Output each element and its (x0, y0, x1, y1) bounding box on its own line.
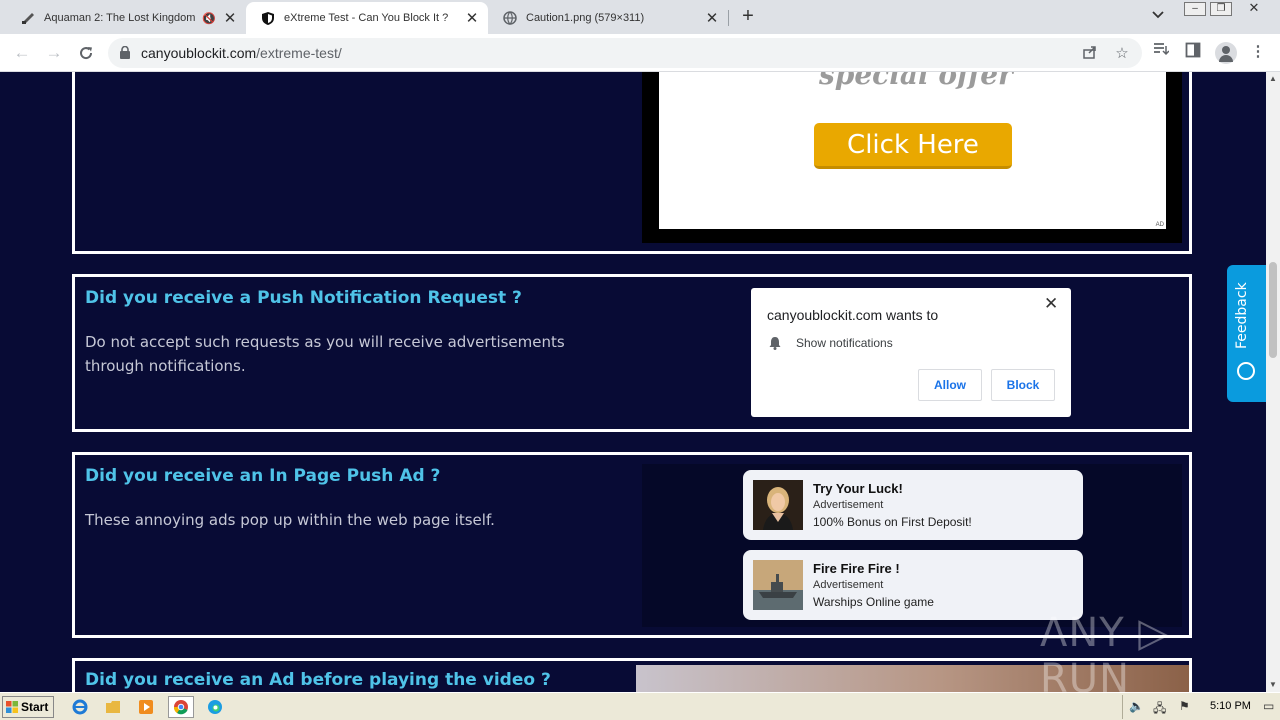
system-tray: 🔈 🖧 ⚑ 5:10 PM ▭ (1122, 695, 1280, 719)
internet-explorer-icon[interactable] (70, 697, 90, 717)
prompt-site-text: canyoublockit.com wants to (767, 307, 939, 323)
windows-taskbar: Start 🔈 🖧 ⚑ 5:10 PM ▭ (0, 692, 1280, 720)
system-clock[interactable]: 5:10 PM (1210, 700, 1251, 712)
push-ad-text: Warships Online game (813, 595, 934, 609)
ad-tag: AD (1155, 222, 1164, 228)
card-heading: Did you receive a Push Notification Requ… (85, 288, 522, 308)
show-desktop-icon[interactable]: ▭ (1263, 699, 1274, 713)
file-explorer-icon[interactable] (103, 697, 123, 717)
close-icon[interactable]: ✕ (1044, 294, 1058, 314)
lock-icon[interactable] (120, 46, 130, 59)
notification-permission-prompt: canyoublockit.com wants to ✕ Show notifi… (751, 288, 1071, 417)
url-domain: canyoublockit.com (141, 45, 257, 61)
start-button[interactable]: Start (2, 696, 54, 718)
shield-icon (260, 10, 276, 26)
scrollbar-thumb[interactable] (1269, 262, 1277, 358)
globe-icon (502, 10, 518, 26)
close-tab-icon[interactable]: ✕ (704, 9, 720, 27)
menu-kebab-icon[interactable]: ⋮ (1248, 42, 1268, 62)
network-icon[interactable]: 🖧 (1153, 699, 1166, 720)
push-ad-title: Fire Fire Fire ! (813, 561, 900, 576)
url-text: canyoublockit.com/extreme-test/ (141, 45, 342, 61)
tab-extreme-test[interactable]: eXtreme Test - Can You Block It ? ✕ (246, 2, 488, 34)
speaker-mute-icon[interactable]: 🔇 (202, 12, 216, 25)
media-player-icon[interactable] (136, 697, 156, 717)
push-notification-card: Did you receive a Push Notification Requ… (72, 274, 1192, 432)
close-tab-icon[interactable]: ✕ (222, 9, 238, 27)
volume-icon[interactable]: 🔈 (1129, 699, 1144, 713)
profile-avatar-icon[interactable] (1215, 42, 1237, 64)
push-ad-item[interactable]: Try Your Luck! Advertisement 100% Bonus … (743, 470, 1083, 540)
browser-toolbar: ← → canyoublockit.com/extreme-test/ ☆ ⋮ (0, 34, 1280, 72)
close-tab-icon[interactable]: ✕ (464, 9, 480, 27)
page-viewport: special offer Click Here AD Did you rece… (0, 72, 1266, 692)
reading-list-icon[interactable] (1151, 42, 1171, 62)
push-ad-title: Try Your Luck! (813, 481, 903, 496)
anyrun-watermark: ANY ▷ RUN (1040, 610, 1171, 692)
chat-bubble-icon (1237, 362, 1255, 380)
card-heading: Did you receive an In Page Push Ad ? (85, 466, 441, 486)
address-bar[interactable]: canyoublockit.com/extreme-test/ ☆ (108, 38, 1142, 68)
bell-icon (769, 337, 781, 350)
close-window-button[interactable]: ✕ (1244, 1, 1264, 16)
allow-button[interactable]: Allow (918, 369, 982, 401)
feedback-label: Feedback (1234, 282, 1250, 349)
share-icon[interactable] (1080, 44, 1100, 64)
in-page-push-card: Did you receive an In Page Push Ad ? The… (72, 452, 1192, 638)
feedback-tab[interactable]: Feedback (1227, 265, 1266, 402)
restore-window-button[interactable]: ❐ (1210, 2, 1232, 16)
push-ad-label: Advertisement (813, 579, 884, 591)
click-here-button[interactable]: Click Here (814, 123, 1012, 169)
tab-title: Caution1.png (579×311) (526, 12, 645, 24)
url-path: /extreme-test/ (256, 45, 342, 61)
card-description: These annoying ads pop up within the web… (85, 511, 495, 529)
page-scrollbar[interactable]: ▲ ▼ (1266, 72, 1280, 692)
minimize-window-button[interactable]: – (1184, 2, 1206, 16)
start-label: Start (21, 700, 49, 714)
new-tab-button[interactable]: + (737, 6, 759, 28)
tab-title: Aquaman 2: The Lost Kingdom S (44, 12, 199, 24)
scroll-down-arrow-icon[interactable]: ▼ (1266, 678, 1280, 692)
tab-search-chevron-icon[interactable] (1152, 8, 1164, 22)
tab-caution-image[interactable]: Caution1.png (579×311) ✕ (488, 2, 728, 34)
windows-logo-icon (6, 701, 18, 713)
in-page-push-area: Try Your Luck! Advertisement 100% Bonus … (642, 464, 1182, 627)
film-icon (20, 10, 36, 26)
push-ad-text: 100% Bonus on First Deposit! (813, 515, 972, 529)
tab-separator (728, 10, 729, 26)
ad-thumbnail-warship (753, 560, 803, 610)
card-heading: Did you receive an Ad before playing the… (85, 670, 551, 690)
bookmark-star-icon[interactable]: ☆ (1112, 44, 1132, 64)
forward-arrow-icon[interactable]: → (42, 42, 66, 64)
back-arrow-icon[interactable]: ← (10, 42, 34, 64)
display-ad[interactable]: special offer Click Here AD (642, 72, 1182, 243)
permission-text: Show notifications (796, 336, 893, 350)
ad-card-popup: special offer Click Here AD (72, 72, 1192, 254)
scroll-up-arrow-icon[interactable]: ▲ (1266, 72, 1280, 86)
tab-title: eXtreme Test - Can You Block It ? (284, 12, 449, 24)
ad-banner: special offer Click Here AD (659, 72, 1166, 229)
ad-offer-text: special offer (819, 72, 1013, 91)
card-description: Do not accept such requests as you will … (85, 333, 565, 375)
reload-icon[interactable] (74, 42, 98, 64)
video-preroll-card: Did you receive an Ad before playing the… (72, 658, 1192, 692)
ad-thumbnail-woman (753, 480, 803, 530)
tab-strip: Aquaman 2: The Lost Kingdom S 🔇 ✕ eXtrem… (0, 0, 1280, 34)
edge-icon[interactable] (205, 697, 225, 717)
chrome-taskbar-icon[interactable] (168, 696, 194, 718)
block-button[interactable]: Block (991, 369, 1055, 401)
tab-aquaman[interactable]: Aquaman 2: The Lost Kingdom S 🔇 ✕ (6, 2, 246, 34)
push-ad-label: Advertisement (813, 499, 884, 511)
push-ad-item[interactable]: Fire Fire Fire ! Advertisement Warships … (743, 550, 1083, 620)
side-panel-icon[interactable] (1183, 42, 1203, 62)
action-center-flag-icon[interactable]: ⚑ (1179, 699, 1190, 713)
